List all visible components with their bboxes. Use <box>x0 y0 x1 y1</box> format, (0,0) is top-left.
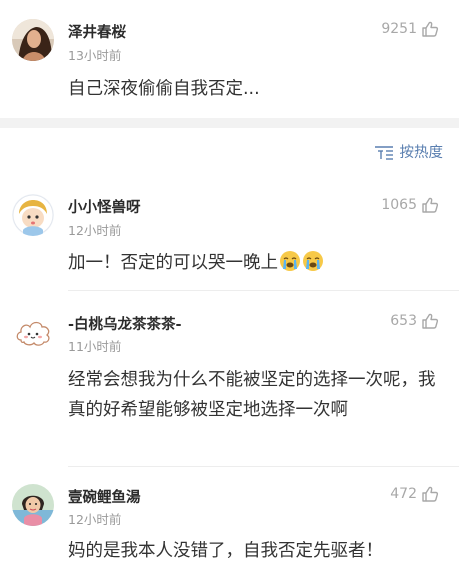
username[interactable]: -白桃乌龙茶茶茶- <box>68 313 182 334</box>
like-button[interactable]: 472 <box>390 485 439 503</box>
avatar[interactable] <box>12 312 54 354</box>
thumbs-up-icon <box>421 485 439 503</box>
avatar[interactable] <box>12 19 54 61</box>
comment-text: 自己深夜偷偷自我否定... <box>68 79 260 99</box>
like-button[interactable]: 1065 <box>381 196 439 214</box>
timestamp: 12小时前 <box>68 512 122 527</box>
comment-text: 经常会想我为什么不能被坚定的选择一次呢，我真的好希望能够被坚定地选择一次啊 <box>68 370 436 420</box>
timestamp: 11小时前 <box>68 339 122 354</box>
timestamp: 12小时前 <box>68 223 122 238</box>
comment-divider <box>68 290 459 291</box>
like-count: 653 <box>390 313 417 329</box>
comment-text: 妈的是我本人没错了，自我否定先驱者！ <box>68 541 383 561</box>
like-button[interactable]: 653 <box>390 312 439 330</box>
thumbs-up-icon <box>421 196 439 214</box>
sort-label: 按热度 <box>399 145 444 161</box>
comment-divider <box>68 466 459 467</box>
crying-face-icon <box>302 250 324 272</box>
thumbs-up-icon <box>421 312 439 330</box>
username[interactable]: 小小怪兽呀 <box>68 196 141 217</box>
timestamp: 13小时前 <box>68 48 122 63</box>
comment-item: 小小怪兽呀 12小时前 1065 加一！否定的可以哭一晚上 <box>0 176 459 286</box>
thumbs-up-icon <box>421 20 439 38</box>
like-button[interactable]: 9251 <box>381 20 439 38</box>
avatar[interactable] <box>12 484 54 526</box>
like-count: 1065 <box>381 197 417 213</box>
sort-by-hot-button[interactable]: 按热度 <box>374 141 444 162</box>
comment-item: 壹碗鲤鱼湯 12小时前 472 妈的是我本人没错了，自我否定先驱者！ <box>0 468 459 573</box>
crying-face-icon <box>279 250 301 272</box>
username[interactable]: 壹碗鲤鱼湯 <box>68 486 141 507</box>
username[interactable]: 泽井春桜 <box>68 21 126 42</box>
sort-lines-icon <box>374 144 394 160</box>
like-count: 472 <box>390 486 417 502</box>
comment-text-content: 加一！否定的可以哭一晚上 <box>68 253 278 273</box>
comment-item: -白桃乌龙茶茶茶- 11小时前 653 经常会想我为什么不能被坚定的选择一次呢，… <box>0 292 459 462</box>
comment-top: 泽井春桜 13小时前 9251 自己深夜偷偷自我否定... <box>0 0 459 118</box>
comment-text: 加一！否定的可以哭一晚上 <box>68 248 440 278</box>
avatar[interactable] <box>12 194 54 236</box>
section-separator <box>0 118 459 128</box>
like-count: 9251 <box>381 21 417 37</box>
